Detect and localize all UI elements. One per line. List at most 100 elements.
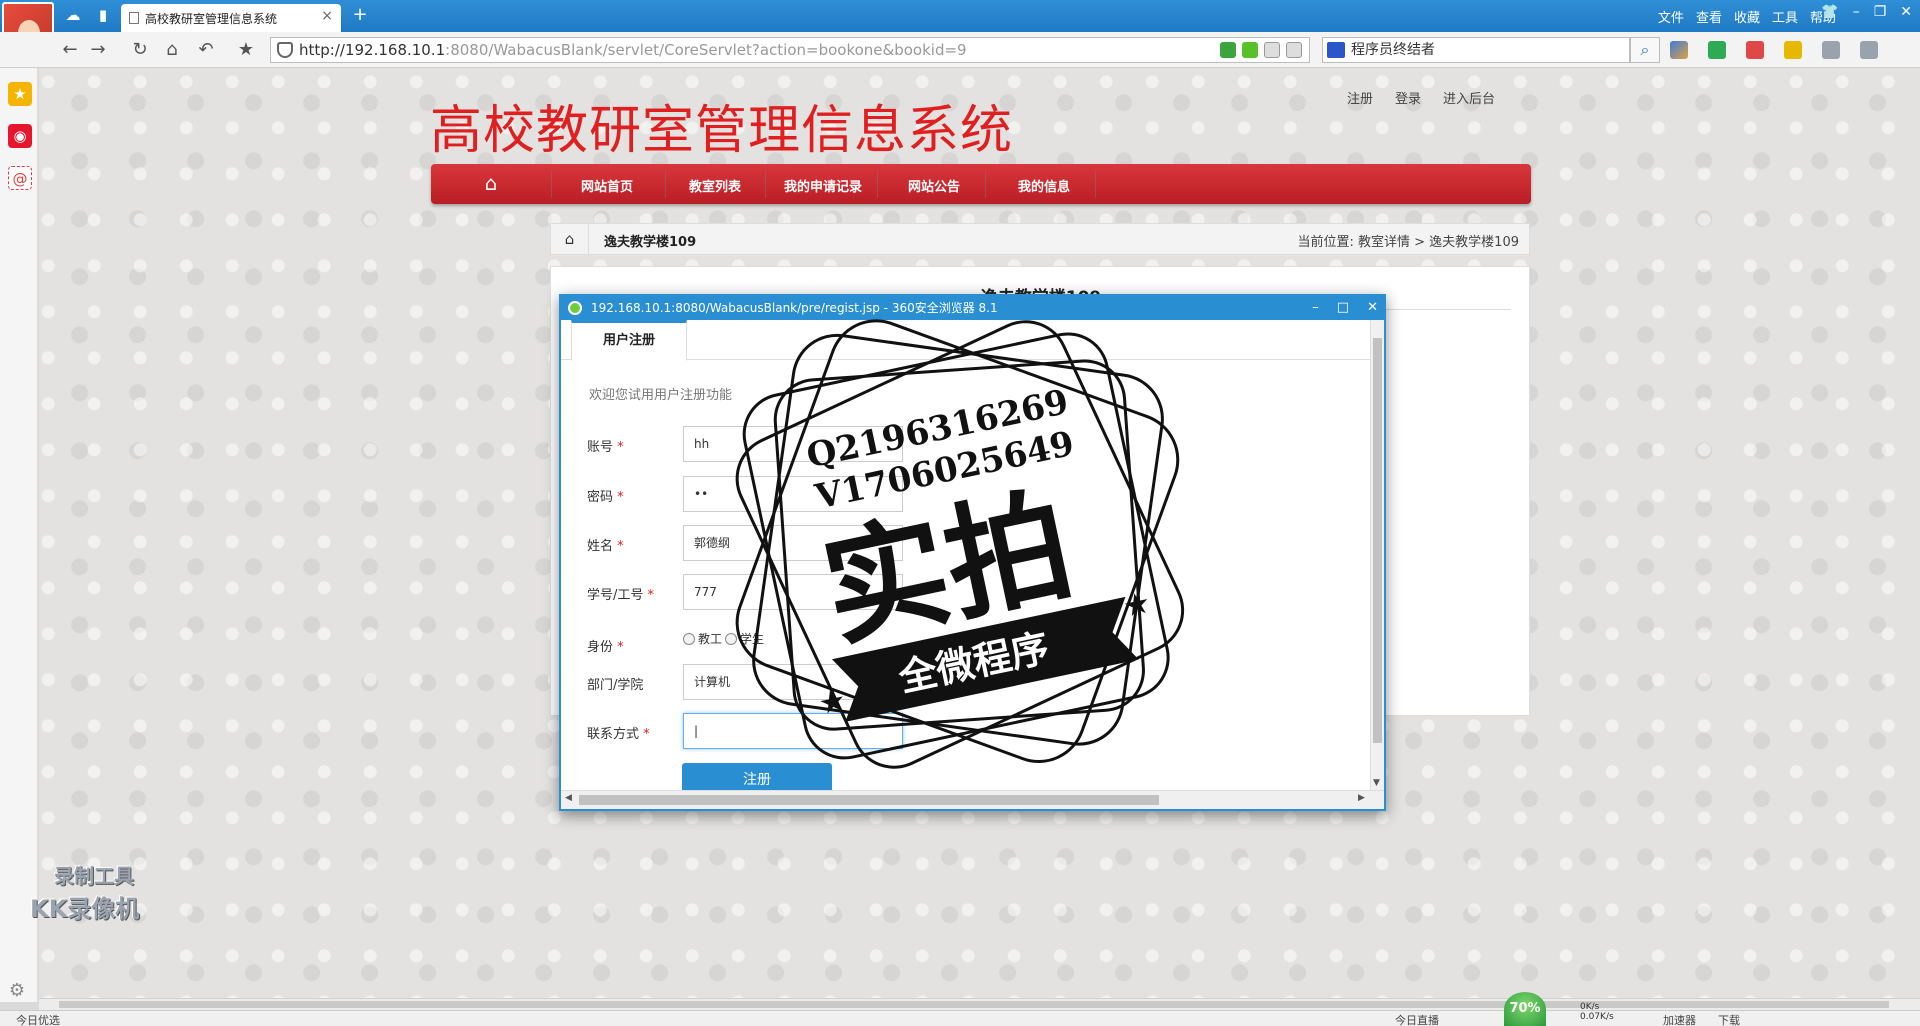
undo-icon[interactable]: ↶: [196, 40, 216, 60]
radio-staff[interactable]: [683, 632, 695, 645]
menu-favorites[interactable]: 收藏: [1734, 7, 1760, 26]
minimize-icon[interactable]: –: [1853, 4, 1860, 20]
browser-titlebar: ☁ ▮ 高校教研室管理信息系统 × + 文件 查看 收藏 工具 帮助 👕 – ❐…: [0, 0, 1920, 52]
main-nav: ⌂ 网站首页 教室列表 我的申请记录 网站公告 我的信息: [431, 164, 1531, 204]
net-down-speed: 0.07K/s: [1580, 1012, 1614, 1022]
popup-horizontal-scrollbar[interactable]: ◀ ▶: [561, 790, 1384, 809]
forward-icon[interactable]: →: [88, 40, 108, 60]
recorder-line1: 录制工具: [54, 864, 134, 888]
nav-home-icon[interactable]: ⌂: [481, 173, 501, 194]
zoom-icon[interactable]: [1860, 41, 1878, 59]
search-engine-icon[interactable]: [1327, 42, 1345, 58]
nav-item-home[interactable]: 网站首页: [581, 176, 633, 195]
breadcrumb-parent[interactable]: 当前位置: 教室详情: [1297, 235, 1410, 250]
search-input[interactable]: 程序员终结者: [1322, 37, 1630, 63]
screenshot-icon[interactable]: [1784, 41, 1802, 59]
url-input[interactable]: http://192.168.10.1:8080/WabacusBlank/se…: [270, 37, 1310, 63]
menu-file[interactable]: 文件: [1658, 7, 1684, 26]
url-path: :8080/WabacusBlank/servlet/CoreServlet?a…: [445, 41, 967, 59]
status-today-picks[interactable]: 今日优选: [16, 1012, 60, 1026]
scroll-right-icon[interactable]: ▶: [1358, 793, 1365, 803]
close-tab-icon[interactable]: ×: [321, 8, 333, 24]
nav-divider: [765, 170, 766, 198]
nav-item-my-info[interactable]: 我的信息: [1018, 176, 1070, 195]
nav-item-classrooms[interactable]: 教室列表: [689, 176, 741, 195]
refresh-icon[interactable]: ↻: [130, 40, 150, 60]
breadcrumb-title: 逸夫教学楼109: [604, 235, 697, 250]
admin-link[interactable]: 进入后台: [1443, 88, 1495, 107]
popup-window-controls: – □ ✕: [1312, 296, 1378, 320]
speed-ball-widget[interactable]: 70%: [1504, 992, 1546, 1026]
network-speed: 0K/s 0.07K/s: [1580, 1002, 1614, 1022]
tab-user-register[interactable]: 用户注册: [571, 320, 687, 361]
cloud-icon[interactable]: ☁: [62, 6, 84, 24]
student-id-label: 学号/工号 *: [587, 588, 655, 603]
menu-tools[interactable]: 工具: [1772, 7, 1798, 26]
browser-statusbar: 今日优选 今日直播 加速器 下载: [0, 1010, 1920, 1026]
browser-logo-icon: [568, 301, 582, 315]
nav-item-my-applications[interactable]: 我的申请记录: [784, 176, 862, 195]
status-right-items: 今日直播 加速器 下载: [1395, 1012, 1912, 1026]
scroll-down-icon[interactable]: ▼: [1373, 778, 1380, 788]
search-icon[interactable]: ⌕: [1630, 37, 1660, 63]
top-links: 注册 登录 进入后台: [1347, 88, 1495, 107]
home-icon[interactable]: ⌂: [162, 40, 182, 60]
extension-icons: [1670, 41, 1878, 59]
status-downloads[interactable]: 下载: [1718, 1012, 1740, 1026]
register-link[interactable]: 注册: [1347, 88, 1373, 107]
search-value: 程序员终结者: [1351, 42, 1435, 58]
speed-icon[interactable]: [1220, 42, 1236, 58]
new-tab-button[interactable]: +: [349, 6, 371, 26]
dropdown-icon[interactable]: [1264, 42, 1280, 58]
sidebar-toggle-icon[interactable]: ▮: [92, 6, 114, 24]
breadcrumb-current: 逸夫教学楼109: [1429, 235, 1519, 250]
nav-item-announcements[interactable]: 网站公告: [908, 176, 960, 195]
go-icon[interactable]: [1286, 42, 1302, 58]
page-horizontal-scrollbar[interactable]: [39, 998, 1920, 1010]
back-icon[interactable]: ←: [60, 40, 80, 60]
identity-label: 身份 *: [587, 640, 624, 655]
favorite-star-icon[interactable]: ★: [236, 40, 256, 60]
breadcrumb-home-icon[interactable]: ⌂: [551, 224, 589, 254]
status-live[interactable]: 今日直播: [1395, 1012, 1439, 1026]
scrollbar-thumb[interactable]: [59, 1001, 1889, 1008]
menu-view[interactable]: 查看: [1696, 7, 1722, 26]
guard-icon[interactable]: [1708, 41, 1726, 59]
gear-icon[interactable]: ⚙: [6, 980, 28, 1002]
weibo-icon[interactable]: ◉: [8, 124, 32, 148]
scrollbar-thumb[interactable]: [579, 795, 1159, 805]
status-accelerator[interactable]: 加速器: [1663, 1012, 1696, 1026]
star-icon: ★: [1120, 585, 1154, 625]
popup-minimize-icon[interactable]: –: [1312, 296, 1319, 320]
close-window-icon[interactable]: ✕: [1900, 4, 1912, 20]
login-link[interactable]: 登录: [1395, 88, 1421, 107]
recorder-watermark: 录制工具 KK录像机: [30, 860, 170, 930]
scrollbar-thumb[interactable]: [1373, 338, 1382, 743]
translate-icon[interactable]: [1746, 41, 1764, 59]
popup-close-icon[interactable]: ✕: [1367, 296, 1378, 320]
nav-divider: [877, 170, 878, 198]
url-host: http://192.168.10.1: [299, 41, 446, 59]
mail-icon[interactable]: @: [8, 166, 32, 190]
password-label: 密码 *: [587, 490, 624, 505]
popup-vertical-scrollbar[interactable]: ▼: [1370, 320, 1384, 790]
restore-icon[interactable]: ❐: [1874, 4, 1887, 20]
game-icon[interactable]: [1822, 41, 1840, 59]
popup-maximize-icon[interactable]: □: [1337, 296, 1349, 320]
url-action-icons: [1220, 42, 1302, 58]
skin-icon[interactable]: 👕: [1821, 4, 1838, 20]
breadcrumb: ⌂ 逸夫教学楼109 当前位置: 教室详情 > 逸夫教学楼109: [550, 223, 1530, 255]
name-label: 姓名 *: [587, 539, 624, 554]
status-tray-spacer: [1762, 1012, 1912, 1026]
favorites-star-icon[interactable]: ★: [8, 82, 32, 106]
nav-divider: [551, 170, 552, 198]
lightning-icon[interactable]: [1242, 42, 1258, 58]
watermark-stamp: Q2196316269 V1706025649 实拍 全微程序 ★ ★: [735, 319, 1185, 769]
breadcrumb-location: 当前位置: 教室详情 > 逸夫教学楼109: [1297, 231, 1519, 250]
scroll-left-icon[interactable]: ◀: [565, 793, 572, 803]
browser-menu: 文件 查看 收藏 工具 帮助: [1658, 7, 1836, 26]
app-grid-icon[interactable]: [1670, 41, 1688, 59]
window-controls: 👕 – ❐ ✕: [1821, 4, 1912, 20]
recorder-line2: KK录像机: [30, 895, 140, 923]
browser-tab-active[interactable]: 高校教研室管理信息系统 ×: [121, 4, 341, 32]
